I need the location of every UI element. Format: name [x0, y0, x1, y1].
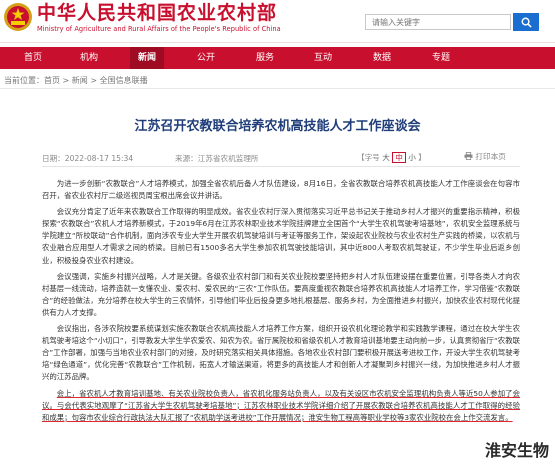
article-paragraph: 为进一步创新“农教联合”人才培养模式，加强全省农机后备人才队伍建设，8月16日，… [42, 179, 520, 201]
nav-item-topics[interactable]: 专题 [432, 47, 450, 69]
print-button[interactable]: 打印本页 [464, 151, 506, 162]
article-paragraph: 会上，省农机人才教育培训基地、有关农业院校负责人，省农机化服务站负责人，以及有关… [42, 388, 520, 422]
article-date: 日期：2022-08-17 15:34 [42, 154, 134, 163]
site-header: 中华人民共和国农业农村部 Ministry of Agriculture and… [0, 0, 555, 43]
search-icon [521, 17, 532, 28]
divider [42, 166, 520, 167]
search-button[interactable] [513, 13, 539, 31]
printer-icon [464, 152, 473, 160]
font-size-small-button[interactable]: 小 [408, 153, 416, 162]
nav-item-services[interactable]: 服务 [256, 47, 274, 69]
nav-item-public[interactable]: 公开 [197, 47, 215, 69]
font-size-switcher: 【字号 大 中 小 】 [357, 152, 426, 163]
article-paragraph: 会议强调，实施乡村振兴战略，人才是关键。各级农业农村部门和有关农业院校要坚持把乡… [42, 271, 520, 317]
breadcrumb[interactable]: 当前位置：首页 > 新闻 > 全国信息联播 [4, 75, 148, 86]
main-nav: 首页 机构 新闻 公开 服务 互动 数据 专题 [0, 47, 555, 69]
font-size-medium-button[interactable]: 中 [392, 152, 406, 163]
nav-item-data[interactable]: 数据 [373, 47, 391, 69]
watermark: 淮安生物 [484, 441, 549, 460]
nav-item-news[interactable]: 新闻 [130, 47, 165, 69]
site-subtitle: Ministry of Agriculture and Rural Affair… [37, 25, 281, 33]
font-size-end: 】 [418, 153, 426, 162]
article-paragraph: 会议充分肯定了近年来农教联合工作取得的明显成效。省农业农村厅深入贯彻落实习近平总… [42, 207, 520, 265]
article-body: 为进一步创新“农教联合”人才培养模式，加强全省农机后备人才队伍建设，8月16日，… [42, 178, 520, 428]
nav-item-institutions[interactable]: 机构 [80, 47, 98, 69]
print-label: 打印本页 [475, 152, 506, 161]
font-size-label: 【字号 [357, 153, 380, 162]
font-size-large-button[interactable]: 大 [382, 153, 390, 162]
nav-item-interaction[interactable]: 互动 [314, 47, 332, 69]
search-input[interactable] [365, 14, 511, 30]
divider [0, 88, 555, 89]
article-source: 来源：江苏省农机监理所 [175, 154, 259, 163]
article-title: 江苏召开农教联合培养农机高技能人才工作座谈会 [134, 119, 421, 134]
article-paragraph: 会议指出，各涉农院校要系统谋划实施农教联合农机高技能人才培养工作方案，组织开设农… [42, 324, 520, 382]
nav-item-home[interactable]: 首页 [24, 47, 42, 69]
national-emblem-icon[interactable] [3, 2, 33, 32]
site-title[interactable]: 中华人民共和国农业农村部 [37, 2, 277, 24]
